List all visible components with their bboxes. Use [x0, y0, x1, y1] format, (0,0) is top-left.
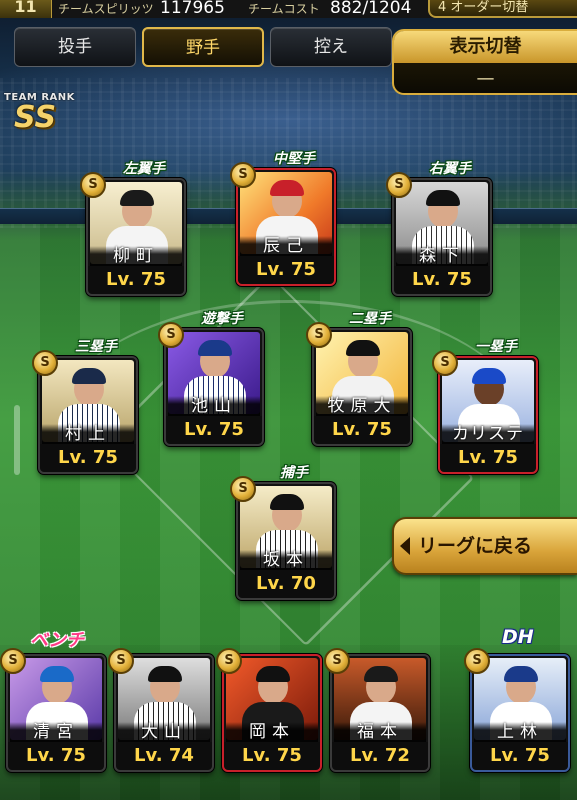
player-name: 清宮 [10, 722, 102, 742]
tab-reserves[interactable]: 控え [270, 27, 392, 67]
rarity-badge-icon: S [386, 172, 412, 198]
rarity-badge-icon: S [80, 172, 106, 198]
rarity-badge-icon: S [306, 322, 332, 348]
team-cost-label: チームコスト [248, 2, 320, 16]
player-level: Lv. 75 [394, 266, 490, 294]
team-rank-value: SS [14, 100, 57, 135]
player-level: Lv. 75 [40, 444, 136, 472]
tab-pitchers[interactable]: 投手 [14, 27, 136, 67]
return-to-league-label: リーグに戻る [418, 535, 533, 557]
rarity-badge-icon: S [230, 162, 256, 188]
player-card-right-field[interactable]: 右翼手 森下 Lv. 75 S [386, 161, 492, 296]
rarity-badge-icon: S [108, 648, 134, 674]
bench-card-2[interactable]: 大山 Lv. 74 S [108, 648, 214, 772]
order-switch-button[interactable]: 4 オーダー切替 [428, 0, 577, 18]
position-label: 捕手 [280, 465, 308, 481]
rarity-badge-icon: S [158, 322, 184, 348]
display-toggle-label: 表示切替 [394, 31, 577, 63]
player-level: Lv. 75 [8, 742, 104, 770]
player-name: 上林 [474, 722, 566, 742]
player-name: 森下 [396, 246, 488, 266]
team-level: 11 [0, 0, 52, 18]
team-rank: TEAM RANK SS [4, 92, 84, 136]
player-level: Lv. 75 [224, 742, 320, 770]
position-label: 左翼手 [123, 161, 165, 177]
position-label: 中堅手 [273, 151, 315, 167]
player-name: カリステ [442, 424, 534, 444]
player-level: Lv. 75 [472, 742, 568, 770]
position-label: 一塁手 [475, 339, 517, 355]
player-name: 柳町 [90, 246, 182, 266]
bench-card-3[interactable]: 岡本 Lv. 75 S [216, 648, 322, 772]
rarity-badge-icon: S [216, 648, 242, 674]
rarity-badge-icon: S [464, 648, 490, 674]
bench-card-4[interactable]: 福本 Lv. 72 S [324, 648, 430, 772]
player-level: Lv. 74 [116, 742, 212, 770]
bench-card-1[interactable]: 清宮 Lv. 75 S [0, 648, 106, 772]
player-name: 岡本 [226, 722, 318, 742]
player-name: 福本 [334, 722, 426, 742]
player-card-third-base[interactable]: 三塁手 村上 Lv. 75 S [32, 339, 138, 474]
player-name: 坂本 [240, 550, 332, 570]
player-card-first-base[interactable]: 一塁手 カリステ Lv. 75 S [432, 339, 538, 474]
player-level: Lv. 72 [332, 742, 428, 770]
display-toggle-value: — [476, 68, 495, 89]
player-name: 辰己 [240, 236, 332, 256]
player-level: Lv. 75 [88, 266, 184, 294]
player-level: Lv. 75 [238, 256, 334, 284]
position-label: 右翼手 [429, 161, 471, 177]
display-toggle-button[interactable]: 表示切替 — [392, 29, 577, 95]
player-name: 池山 [168, 396, 260, 416]
player-level: Lv. 75 [166, 416, 262, 444]
tab-fielders[interactable]: 野手 [142, 27, 264, 67]
position-label: 二塁手 [349, 311, 391, 327]
player-level: Lv. 70 [238, 570, 334, 598]
player-card-catcher[interactable]: 捕手 坂本 Lv. 70 S [230, 465, 336, 600]
rarity-badge-icon: S [324, 648, 350, 674]
rarity-badge-icon: S [0, 648, 26, 674]
player-card-shortstop[interactable]: 遊撃手 池山 Lv. 75 S [158, 311, 264, 446]
position-tabs: 投手 野手 控え [14, 27, 394, 67]
player-card-center-field[interactable]: 中堅手 辰己 Lv. 75 S [230, 151, 336, 286]
position-label: 遊撃手 [201, 311, 243, 327]
team-spirits-value: 117965 [160, 0, 225, 18]
player-name: 大山 [118, 722, 210, 742]
rarity-badge-icon: S [230, 476, 256, 502]
dh-label: DH [502, 626, 534, 648]
team-cost-value: 882/1204 [330, 0, 412, 18]
player-name: 牧原大 [316, 396, 408, 416]
player-name: 村上 [42, 424, 134, 444]
rarity-badge-icon: S [432, 350, 458, 376]
dh-card[interactable]: 上林 Lv. 75 S [464, 648, 570, 772]
position-label: 三塁手 [75, 339, 117, 355]
team-spirits-label: チームスピリッツ [58, 2, 154, 16]
player-card-second-base[interactable]: 二塁手 牧原大 Lv. 75 S [306, 311, 412, 446]
bench-label: ベンチ [30, 630, 84, 651]
rarity-badge-icon: S [32, 350, 58, 376]
player-level: Lv. 75 [314, 416, 410, 444]
back-arrow-icon [400, 537, 410, 555]
scroll-handle[interactable] [14, 405, 20, 475]
player-level: Lv. 75 [440, 444, 536, 472]
status-bar: 11 チームスピリッツ 117965 チームコスト 882/1204 4 オーダ… [0, 0, 577, 18]
player-card-left-field[interactable]: 左翼手 柳町 Lv. 75 S [80, 161, 186, 296]
return-to-league-button[interactable]: リーグに戻る [392, 517, 577, 575]
